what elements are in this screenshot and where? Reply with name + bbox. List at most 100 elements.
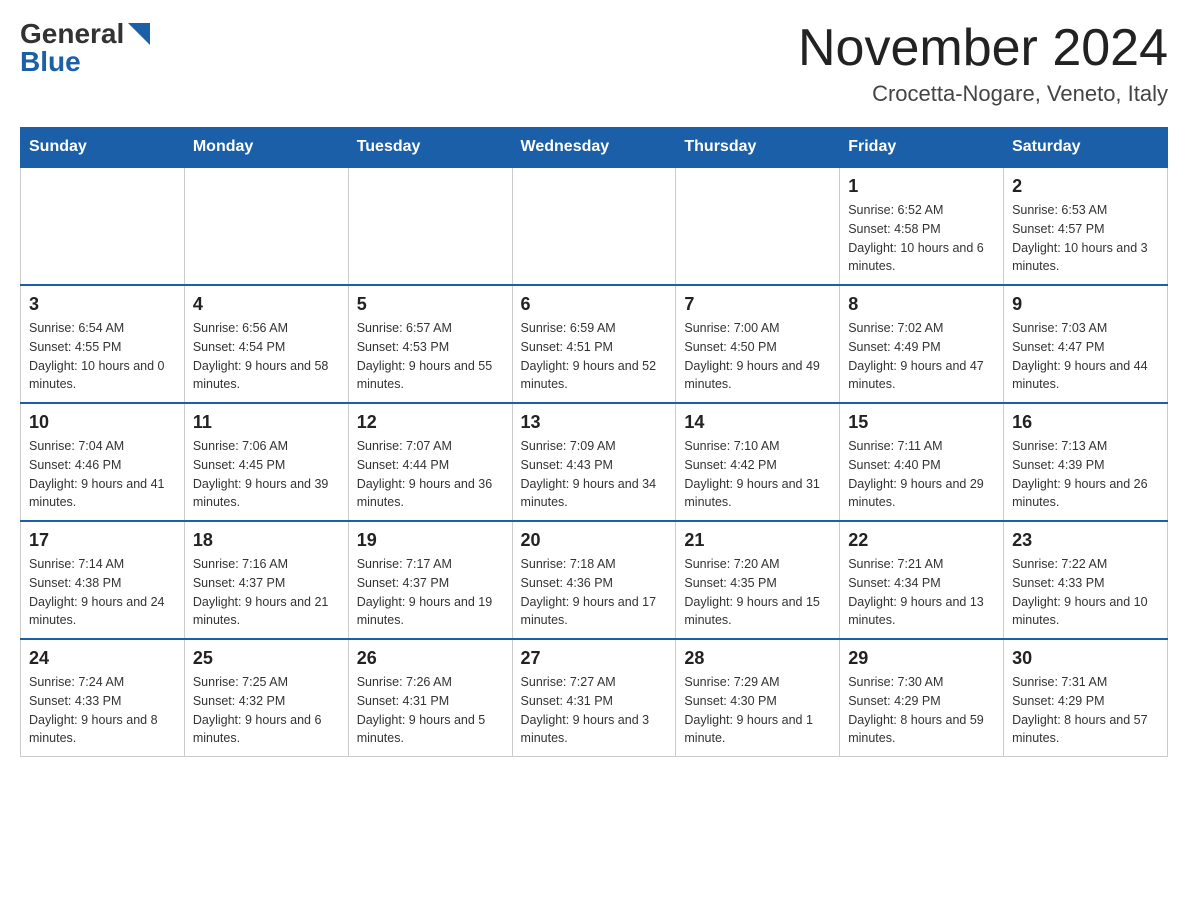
day-info: Sunrise: 7:22 AMSunset: 4:33 PMDaylight:… bbox=[1012, 555, 1159, 630]
day-info: Sunrise: 7:09 AMSunset: 4:43 PMDaylight:… bbox=[521, 437, 668, 512]
location-text: Crocetta-Nogare, Veneto, Italy bbox=[798, 81, 1168, 107]
calendar-cell: 3Sunrise: 6:54 AMSunset: 4:55 PMDaylight… bbox=[21, 285, 185, 403]
weekday-header: Thursday bbox=[676, 128, 840, 168]
day-number: 21 bbox=[684, 530, 831, 551]
day-number: 26 bbox=[357, 648, 504, 669]
day-number: 8 bbox=[848, 294, 995, 315]
calendar-cell: 16 Sunrise: 7:13 AMSunset: 4:39 PMDayligh… bbox=[1004, 403, 1168, 521]
day-number: 22 bbox=[848, 530, 995, 551]
logo-icon bbox=[128, 23, 150, 45]
day-number: 5 bbox=[357, 294, 504, 315]
title-section: November 2024 Crocetta-Nogare, Veneto, I… bbox=[798, 20, 1168, 107]
calendar-cell: 25 Sunrise: 7:25 AMSunset: 4:32 PMDayligh… bbox=[184, 639, 348, 757]
weekday-header: Tuesday bbox=[348, 128, 512, 168]
calendar-header-row: SundayMondayTuesdayWednesdayThursdayFrid… bbox=[21, 128, 1168, 168]
day-number: 14 bbox=[684, 412, 831, 433]
day-number: 16 bbox=[1012, 412, 1159, 433]
day-info: Sunrise: 6:52 AMSunset: 4:58 PMDaylight:… bbox=[848, 201, 995, 276]
calendar-week-row: 17 Sunrise: 7:14 AMSunset: 4:38 PMDayligh… bbox=[21, 521, 1168, 639]
day-number: 24 bbox=[29, 648, 176, 669]
day-info: Sunrise: 7:18 AMSunset: 4:36 PMDaylight:… bbox=[521, 555, 668, 630]
day-info: Sunrise: 7:27 AMSunset: 4:31 PMDaylight:… bbox=[521, 673, 668, 748]
day-number: 3 bbox=[29, 294, 176, 315]
calendar-cell: 4Sunrise: 6:56 AMSunset: 4:54 PMDaylight… bbox=[184, 285, 348, 403]
calendar-cell: 12Sunrise: 7:07 AMSunset: 4:44 PMDayligh… bbox=[348, 403, 512, 521]
day-number: 19 bbox=[357, 530, 504, 551]
calendar-cell: 8 Sunrise: 7:02 AMSunset: 4:49 PMDaylight… bbox=[840, 285, 1004, 403]
weekday-header: Sunday bbox=[21, 128, 185, 168]
day-info: Sunrise: 7:03 AMSunset: 4:47 PMDaylight:… bbox=[1012, 319, 1159, 394]
calendar-cell: 10 Sunrise: 7:04 AMSunset: 4:46 PMDayligh… bbox=[21, 403, 185, 521]
day-info: Sunrise: 7:16 AMSunset: 4:37 PMDaylight:… bbox=[193, 555, 340, 630]
day-info: Sunrise: 7:13 AMSunset: 4:39 PMDaylight:… bbox=[1012, 437, 1159, 512]
calendar-cell: 27Sunrise: 7:27 AMSunset: 4:31 PMDayligh… bbox=[512, 639, 676, 757]
calendar-cell: 18 Sunrise: 7:16 AMSunset: 4:37 PMDayligh… bbox=[184, 521, 348, 639]
day-info: Sunrise: 7:14 AMSunset: 4:38 PMDaylight:… bbox=[29, 555, 176, 630]
day-number: 15 bbox=[848, 412, 995, 433]
calendar-cell: 30 Sunrise: 7:31 AMSunset: 4:29 PMDayligh… bbox=[1004, 639, 1168, 757]
calendar-cell bbox=[184, 167, 348, 285]
day-number: 23 bbox=[1012, 530, 1159, 551]
calendar-cell: 23 Sunrise: 7:22 AMSunset: 4:33 PMDayligh… bbox=[1004, 521, 1168, 639]
day-info: Sunrise: 7:00 AMSunset: 4:50 PMDaylight:… bbox=[684, 319, 831, 394]
calendar-cell bbox=[512, 167, 676, 285]
day-info: Sunrise: 7:11 AMSunset: 4:40 PMDaylight:… bbox=[848, 437, 995, 512]
day-info: Sunrise: 7:17 AMSunset: 4:37 PMDaylight:… bbox=[357, 555, 504, 630]
day-info: Sunrise: 7:02 AMSunset: 4:49 PMDaylight:… bbox=[848, 319, 995, 394]
calendar-table: SundayMondayTuesdayWednesdayThursdayFrid… bbox=[20, 127, 1168, 757]
calendar-cell bbox=[21, 167, 185, 285]
calendar-cell: 11Sunrise: 7:06 AMSunset: 4:45 PMDayligh… bbox=[184, 403, 348, 521]
calendar-cell: 21Sunrise: 7:20 AMSunset: 4:35 PMDayligh… bbox=[676, 521, 840, 639]
day-number: 28 bbox=[684, 648, 831, 669]
logo-general-text: General bbox=[20, 20, 124, 48]
calendar-week-row: 3Sunrise: 6:54 AMSunset: 4:55 PMDaylight… bbox=[21, 285, 1168, 403]
calendar-cell: 5 Sunrise: 6:57 AMSunset: 4:53 PMDaylight… bbox=[348, 285, 512, 403]
page-header: General Blue November 2024 Crocetta-Noga… bbox=[20, 20, 1168, 107]
day-number: 25 bbox=[193, 648, 340, 669]
calendar-cell: 6 Sunrise: 6:59 AMSunset: 4:51 PMDaylight… bbox=[512, 285, 676, 403]
day-number: 13 bbox=[521, 412, 668, 433]
calendar-cell: 13 Sunrise: 7:09 AMSunset: 4:43 PMDayligh… bbox=[512, 403, 676, 521]
day-number: 30 bbox=[1012, 648, 1159, 669]
weekday-header: Monday bbox=[184, 128, 348, 168]
calendar-cell: 26 Sunrise: 7:26 AMSunset: 4:31 PMDayligh… bbox=[348, 639, 512, 757]
calendar-cell bbox=[676, 167, 840, 285]
day-number: 20 bbox=[521, 530, 668, 551]
calendar-week-row: 10 Sunrise: 7:04 AMSunset: 4:46 PMDayligh… bbox=[21, 403, 1168, 521]
calendar-cell: 19 Sunrise: 7:17 AMSunset: 4:37 PMDayligh… bbox=[348, 521, 512, 639]
calendar-cell: 14 Sunrise: 7:10 AMSunset: 4:42 PMDayligh… bbox=[676, 403, 840, 521]
day-info: Sunrise: 7:04 AMSunset: 4:46 PMDaylight:… bbox=[29, 437, 176, 512]
calendar-cell: 22Sunrise: 7:21 AMSunset: 4:34 PMDayligh… bbox=[840, 521, 1004, 639]
day-number: 7 bbox=[684, 294, 831, 315]
calendar-cell: 1 Sunrise: 6:52 AMSunset: 4:58 PMDaylight… bbox=[840, 167, 1004, 285]
day-number: 17 bbox=[29, 530, 176, 551]
day-number: 11 bbox=[193, 412, 340, 433]
day-info: Sunrise: 6:57 AMSunset: 4:53 PMDaylight:… bbox=[357, 319, 504, 394]
day-number: 10 bbox=[29, 412, 176, 433]
day-number: 1 bbox=[848, 176, 995, 197]
weekday-header: Wednesday bbox=[512, 128, 676, 168]
day-number: 6 bbox=[521, 294, 668, 315]
day-info: Sunrise: 7:26 AMSunset: 4:31 PMDaylight:… bbox=[357, 673, 504, 748]
day-number: 9 bbox=[1012, 294, 1159, 315]
day-info: Sunrise: 7:07 AMSunset: 4:44 PMDaylight:… bbox=[357, 437, 504, 512]
day-number: 18 bbox=[193, 530, 340, 551]
calendar-cell: 9 Sunrise: 7:03 AMSunset: 4:47 PMDaylight… bbox=[1004, 285, 1168, 403]
calendar-cell: 24 Sunrise: 7:24 AMSunset: 4:33 PMDayligh… bbox=[21, 639, 185, 757]
day-info: Sunrise: 6:56 AMSunset: 4:54 PMDaylight:… bbox=[193, 319, 340, 394]
day-info: Sunrise: 7:31 AMSunset: 4:29 PMDaylight:… bbox=[1012, 673, 1159, 748]
weekday-header: Saturday bbox=[1004, 128, 1168, 168]
calendar-cell bbox=[348, 167, 512, 285]
calendar-cell: 17 Sunrise: 7:14 AMSunset: 4:38 PMDayligh… bbox=[21, 521, 185, 639]
calendar-cell: 7 Sunrise: 7:00 AMSunset: 4:50 PMDaylight… bbox=[676, 285, 840, 403]
day-info: Sunrise: 7:10 AMSunset: 4:42 PMDaylight:… bbox=[684, 437, 831, 512]
day-info: Sunrise: 6:59 AMSunset: 4:51 PMDaylight:… bbox=[521, 319, 668, 394]
logo-blue-text: Blue bbox=[20, 48, 81, 76]
calendar-cell: 28Sunrise: 7:29 AMSunset: 4:30 PMDayligh… bbox=[676, 639, 840, 757]
calendar-title: November 2024 bbox=[798, 20, 1168, 77]
day-info: Sunrise: 7:25 AMSunset: 4:32 PMDaylight:… bbox=[193, 673, 340, 748]
day-number: 2 bbox=[1012, 176, 1159, 197]
calendar-cell: 15 Sunrise: 7:11 AMSunset: 4:40 PMDayligh… bbox=[840, 403, 1004, 521]
day-info: Sunrise: 7:24 AMSunset: 4:33 PMDaylight:… bbox=[29, 673, 176, 748]
calendar-cell: 20 Sunrise: 7:18 AMSunset: 4:36 PMDayligh… bbox=[512, 521, 676, 639]
